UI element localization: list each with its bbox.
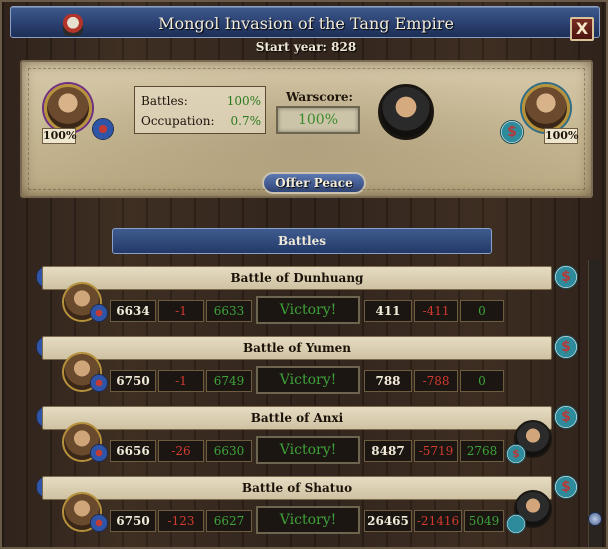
defender-losses: -21416 <box>414 510 462 532</box>
occupation-label: Occupation: <box>141 114 215 128</box>
attacker-remaining: 6633 <box>206 300 252 322</box>
battles-label: Battles: <box>141 94 188 108</box>
war-window: Mongol Invasion of the Tang Empire X Sta… <box>0 0 608 549</box>
battle-row[interactable]: Battle of Dunhuang $ 6634 -1 6633 Victor… <box>14 260 584 330</box>
money-icon[interactable]: $ <box>554 475 578 499</box>
attacker-remaining: 6630 <box>206 440 252 462</box>
battle-row[interactable]: Battle of Yumen $ 6750 -1 6749 Victory! … <box>14 330 584 400</box>
religion-icon <box>90 514 108 532</box>
money-icon: $ <box>506 444 526 464</box>
battle-name: Battle of Dunhuang <box>42 266 552 290</box>
religion-icon <box>90 374 108 392</box>
religion-icon <box>90 304 108 322</box>
battle-result: Victory! <box>256 436 360 464</box>
defender-remaining: 5049 <box>464 510 504 532</box>
scrollbar[interactable] <box>588 260 602 547</box>
money-icon[interactable]: $ <box>554 265 578 289</box>
defender-start: 411 <box>364 300 412 322</box>
battle-result: Victory! <box>256 366 360 394</box>
religion-icon <box>90 444 108 462</box>
defender-start: 8487 <box>364 440 412 462</box>
defender-percent: 100% <box>544 128 579 144</box>
war-stats: Battles: 100% Occupation: 0.7% <box>134 86 266 134</box>
attacker-percent: 100% <box>42 128 77 144</box>
defender-losses: -411 <box>414 300 458 322</box>
defender-losses: -5719 <box>414 440 458 462</box>
attacker-start: 6750 <box>110 510 156 532</box>
battle-result: Victory! <box>256 506 360 534</box>
attacker-losses: -123 <box>158 510 204 532</box>
defender-remaining: 0 <box>460 300 504 322</box>
defender-losses: -788 <box>414 370 458 392</box>
close-button[interactable]: X <box>570 17 594 41</box>
attacker-start: 6634 <box>110 300 156 322</box>
attacker-losses: -26 <box>158 440 204 462</box>
attacker-remaining: 6627 <box>206 510 252 532</box>
title-bar: Mongol Invasion of the Tang Empire <box>10 6 600 38</box>
window-title: Mongol Invasion of the Tang Empire <box>158 14 454 33</box>
battle-row[interactable]: Battle of Shatuo $ 6750 -123 6627 Victor… <box>14 470 584 540</box>
battle-name: Battle of Shatuo <box>42 476 552 500</box>
defender-start: 788 <box>364 370 412 392</box>
attacker-start: 6750 <box>110 370 156 392</box>
money-icon[interactable]: $ <box>554 405 578 429</box>
offer-peace-button[interactable]: Offer Peace <box>262 172 366 194</box>
defender-remaining: 0 <box>460 370 504 392</box>
battle-list[interactable]: Battle of Dunhuang $ 6634 -1 6633 Victor… <box>14 260 584 547</box>
start-year: Start year: 828 <box>255 40 357 54</box>
battles-value: 100% <box>226 94 261 108</box>
occupation-value: 0.7% <box>230 114 262 128</box>
warscore-portrait[interactable] <box>378 84 434 140</box>
war-summary-panel: 100% Battles: 100% Occupation: 0.7% Wars… <box>20 60 593 198</box>
defender-portrait[interactable] <box>522 84 570 132</box>
battle-name: Battle of Yumen <box>42 336 552 360</box>
warscore-label: Warscore: <box>286 90 353 104</box>
attacker-start: 6656 <box>110 440 156 462</box>
defender-start: 26465 <box>364 510 412 532</box>
defender-remaining: 2768 <box>460 440 504 462</box>
religion-icon <box>506 514 526 534</box>
battle-row[interactable]: Battle of Anxi $ 6656 -26 6630 Victory! … <box>14 400 584 470</box>
money-icon[interactable]: $ <box>500 120 524 144</box>
religion-icon[interactable] <box>92 118 114 140</box>
attacker-remaining: 6749 <box>206 370 252 392</box>
attacker-losses: -1 <box>158 300 204 322</box>
warscore-value: 100% <box>276 106 360 134</box>
attacker-portrait[interactable] <box>44 84 92 132</box>
scroll-down-icon[interactable] <box>588 512 602 526</box>
battles-header: Battles <box>112 228 492 254</box>
money-icon[interactable]: $ <box>554 335 578 359</box>
battle-name: Battle of Anxi <box>42 406 552 430</box>
battle-result: Victory! <box>256 296 360 324</box>
attacker-losses: -1 <box>158 370 204 392</box>
